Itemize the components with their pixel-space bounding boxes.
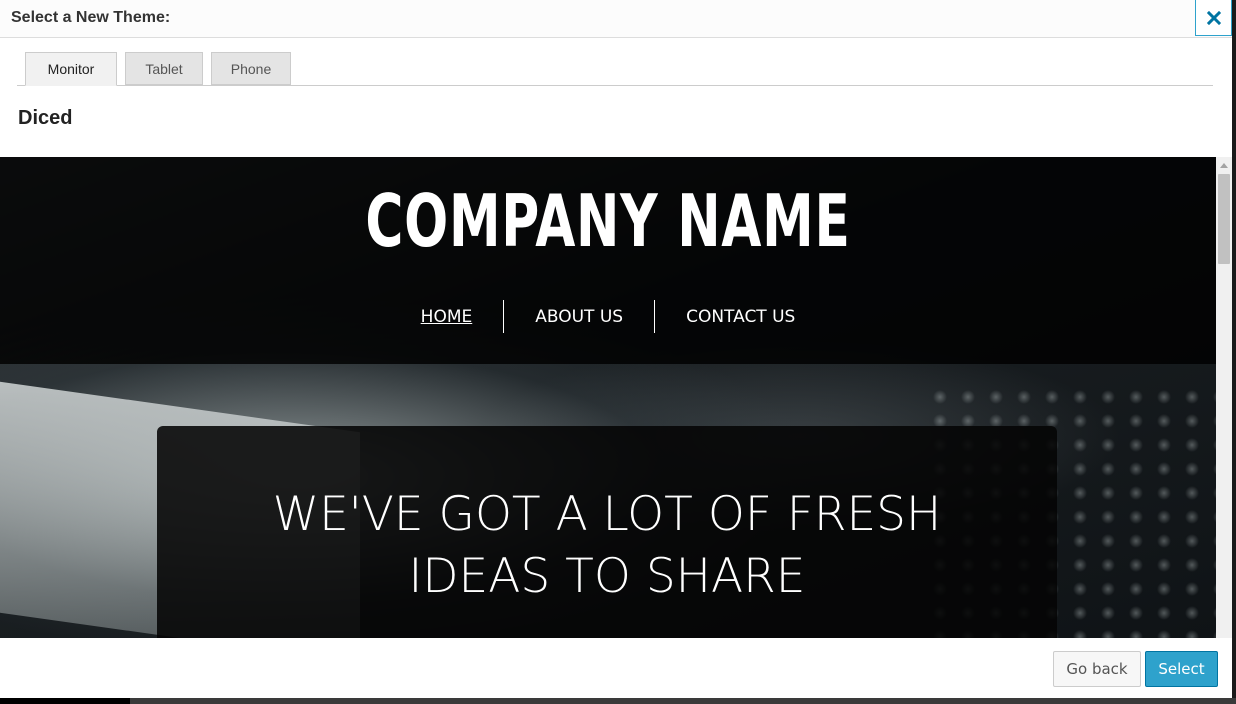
nav-home[interactable]: HOME — [390, 300, 504, 333]
tab-label: Tablet — [145, 60, 183, 77]
tab-tablet[interactable]: Tablet — [125, 52, 203, 85]
hero-line-1: WE'VE GOT A LOT OF FRESH — [272, 487, 942, 542]
go-back-button[interactable]: Go back — [1053, 651, 1141, 687]
tab-phone[interactable]: Phone — [211, 52, 291, 85]
dialog-footer: Go back Select — [0, 638, 1232, 698]
company-name: COMPANY NAME — [365, 179, 851, 263]
nav-about-us[interactable]: ABOUT US — [504, 300, 654, 333]
theme-preview[interactable]: COMPANY NAME HOME ABOUT US CONTACT US WE… — [0, 157, 1216, 638]
tab-label: Phone — [230, 60, 272, 77]
preview-nav: HOME ABOUT US CONTACT US — [0, 300, 1216, 333]
preview-site-header: COMPANY NAME HOME ABOUT US CONTACT US — [0, 157, 1216, 364]
nav-contact-us[interactable]: CONTACT US — [655, 300, 826, 333]
hero-line-2: IDEAS TO SHARE — [408, 549, 806, 604]
scrollbar-thumb[interactable] — [1218, 174, 1230, 264]
theme-select-dialog: Select a New Theme: Monitor Tablet Phone… — [0, 0, 1232, 698]
theme-name: Diced — [18, 107, 73, 129]
tab-label: Monitor — [47, 61, 95, 77]
dialog-header: Select a New Theme: — [0, 0, 1232, 38]
preview-scrollbar[interactable] — [1216, 157, 1232, 638]
scroll-up-arrow-icon[interactable] — [1216, 157, 1232, 173]
hero-headline: WE'VE GOT A LOT OF FRESH IDEAS TO SHARE — [157, 484, 1057, 608]
backdrop — [130, 698, 1236, 704]
backdrop — [0, 698, 130, 704]
close-x-icon — [1206, 10, 1221, 25]
tab-monitor[interactable]: Monitor — [25, 52, 117, 86]
close-button[interactable] — [1195, 0, 1232, 36]
device-tabs: Monitor Tablet Phone — [17, 52, 1213, 86]
select-button[interactable]: Select — [1145, 651, 1218, 687]
hero-box: WE'VE GOT A LOT OF FRESH IDEAS TO SHARE — [157, 426, 1057, 638]
dialog-title: Select a New Theme: — [11, 9, 171, 26]
